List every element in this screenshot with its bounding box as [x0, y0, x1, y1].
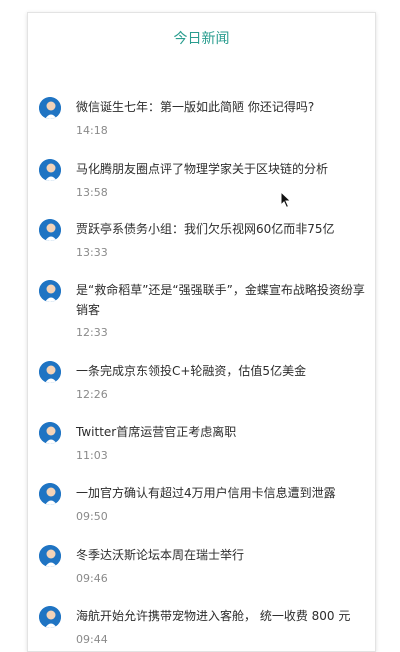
news-headline[interactable]: 马化腾朋友圈点评了物理学家关于区块链的分析	[76, 159, 366, 179]
news-headline[interactable]: 微信诞生七年：第一版如此简陋 你还记得吗?	[76, 97, 366, 117]
news-headline[interactable]: Twitter首席运营官正考虑离职	[76, 422, 366, 442]
person-avatar-icon	[39, 545, 61, 567]
news-time: 14:18	[76, 124, 108, 137]
news-time: 13:58	[76, 186, 108, 199]
news-time: 13:33	[76, 246, 108, 259]
news-headline[interactable]: 海航开始允许携带宠物进入客舱， 统一收费 800 元	[76, 606, 366, 626]
person-avatar-icon	[39, 159, 61, 181]
news-time: 11:03	[76, 449, 108, 462]
person-avatar-icon	[39, 361, 61, 383]
news-time: 12:33	[76, 326, 108, 339]
person-avatar-icon	[39, 422, 61, 444]
person-avatar-icon	[39, 280, 61, 302]
news-headline[interactable]: 一条完成京东领投C+轮融资，估值5亿美金	[76, 361, 366, 381]
news-time: 09:50	[76, 510, 108, 523]
news-headline[interactable]: 是“救命稻草”还是“强强联手”，金蝶宣布战略投资纷享销客	[76, 280, 366, 320]
news-headline[interactable]: 冬季达沃斯论坛本周在瑞士举行	[76, 545, 366, 565]
news-card: 今日新闻 微信诞生七年：第一版如此简陋 你还记得吗? 14:18 马化腾朋友圈点…	[27, 12, 376, 652]
person-avatar-icon	[39, 97, 61, 119]
news-time: 09:44	[76, 633, 108, 646]
page-title: 今日新闻	[173, 31, 230, 47]
news-headline[interactable]: 一加官方确认有超过4万用户信用卡信息遭到泄露	[76, 483, 366, 503]
person-avatar-icon	[39, 606, 61, 628]
person-avatar-icon	[39, 219, 61, 241]
news-headline[interactable]: 贾跃亭系债务小组：我们欠乐视网60亿而非75亿	[76, 219, 366, 239]
news-time: 12:26	[76, 388, 108, 401]
mouse-cursor-icon	[280, 190, 292, 209]
news-time: 09:46	[76, 572, 108, 585]
person-avatar-icon	[39, 483, 61, 505]
